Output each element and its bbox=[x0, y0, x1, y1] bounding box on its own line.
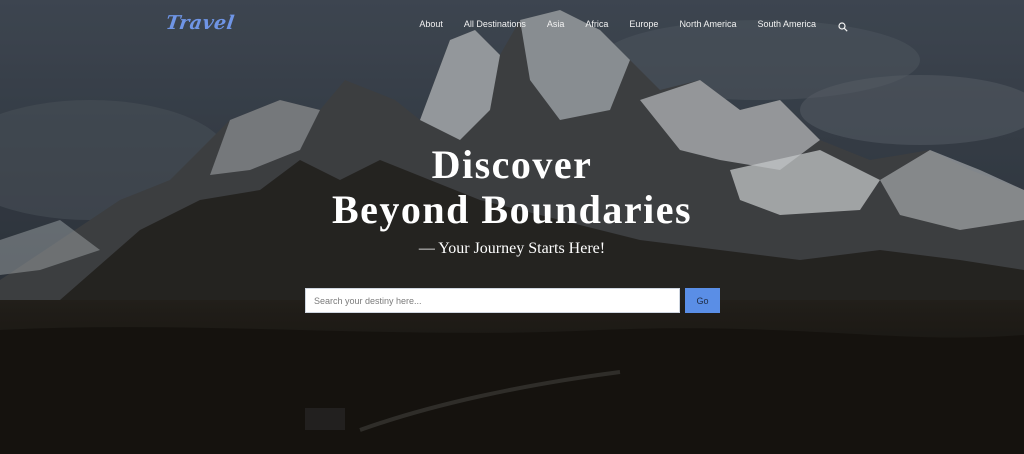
nav-item-africa[interactable]: Africa bbox=[585, 19, 608, 29]
headline-line-1: Discover bbox=[431, 142, 593, 187]
hero-section: Travel About All Destinations Asia Afric… bbox=[0, 0, 1024, 454]
logo[interactable]: Travel bbox=[164, 12, 236, 34]
top-navbar: Travel About All Destinations Asia Afric… bbox=[0, 0, 1024, 52]
go-button[interactable]: Go bbox=[685, 288, 720, 313]
nav-links: About All Destinations Asia Africa Europ… bbox=[398, 19, 848, 32]
nav-item-north-america[interactable]: North America bbox=[679, 19, 736, 29]
hero-tagline: — Your Journey Starts Here! bbox=[418, 240, 606, 257]
nav-item-asia[interactable]: Asia bbox=[547, 19, 565, 29]
nav-item-south-america[interactable]: South America bbox=[757, 19, 816, 29]
nav-item-all-destinations[interactable]: All Destinations bbox=[464, 19, 526, 29]
headline-line-2: Beyond Boundaries bbox=[331, 187, 693, 232]
nav-item-about[interactable]: About bbox=[419, 19, 443, 29]
hero-headline: Discover Beyond Boundaries bbox=[0, 142, 1024, 232]
search-icon[interactable] bbox=[838, 19, 848, 32]
search-input[interactable] bbox=[305, 288, 680, 313]
nav-item-europe[interactable]: Europe bbox=[629, 19, 658, 29]
